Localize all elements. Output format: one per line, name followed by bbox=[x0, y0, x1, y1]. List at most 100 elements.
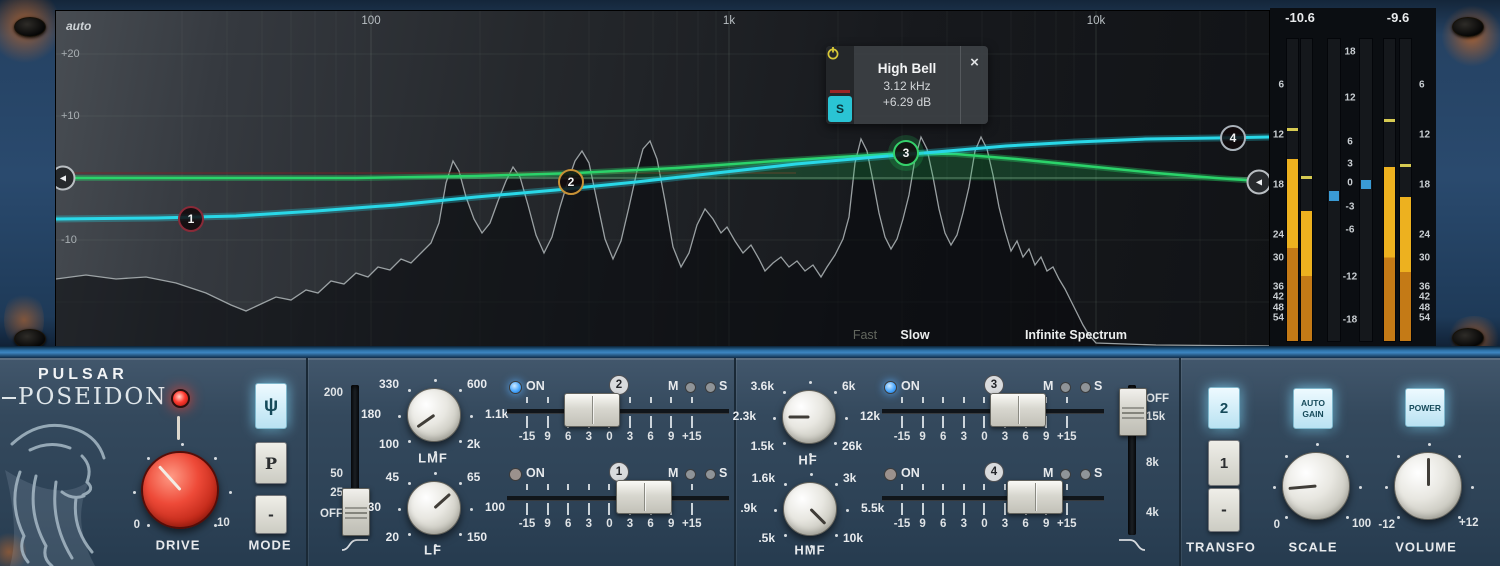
eq-band-handle-1[interactable]: 1 bbox=[178, 206, 204, 232]
knob-tick-dot bbox=[774, 509, 777, 512]
band-power-button[interactable] bbox=[826, 46, 854, 89]
hf-tick-label: 6k bbox=[842, 379, 855, 393]
gain-slider-track bbox=[882, 496, 1104, 501]
meter-scale-right: 42 bbox=[1419, 292, 1430, 303]
eq-band-handle-2[interactable]: 2 bbox=[558, 169, 584, 195]
slider-handle[interactable] bbox=[1119, 388, 1147, 436]
transfo-1-button[interactable]: 1 bbox=[1208, 440, 1240, 486]
band-2-gain-row: ON 2 M S -159630369+15 bbox=[505, 373, 733, 453]
meter-scale-right: 24 bbox=[1419, 230, 1430, 241]
band-4-gain-slider[interactable] bbox=[1007, 480, 1063, 514]
solo-led[interactable] bbox=[1080, 382, 1091, 393]
slider-tick bbox=[983, 503, 985, 515]
solo-led[interactable] bbox=[705, 469, 716, 480]
drive-knob-mark bbox=[177, 416, 180, 440]
knob-tick-dot bbox=[773, 417, 776, 420]
eq-display[interactable]: auto 1001k10k +20+10-10 1 2 3 4 ◀ ◀ bbox=[55, 10, 1270, 348]
band-3-gain-slider[interactable] bbox=[990, 393, 1046, 427]
band-2-gain-slider[interactable] bbox=[564, 393, 620, 427]
popup-close-button[interactable]: × bbox=[960, 46, 988, 124]
hmf-frequency-knob[interactable] bbox=[783, 482, 837, 536]
slider-tick bbox=[901, 484, 903, 490]
slider-tick bbox=[901, 503, 903, 515]
band-gain-value[interactable]: +6.29 dB bbox=[883, 94, 931, 110]
transfo-2-label: 2 bbox=[1220, 400, 1228, 417]
gain-reduction-marker bbox=[1361, 180, 1371, 189]
band-number-badge: 2 bbox=[609, 375, 629, 395]
mute-led[interactable] bbox=[685, 469, 696, 480]
drive-knob[interactable] bbox=[141, 451, 219, 529]
analyzer-mode[interactable]: Infinite Spectrum bbox=[1025, 328, 1127, 342]
drive-led bbox=[171, 389, 190, 408]
meter-column bbox=[1300, 38, 1313, 342]
highpass-slider[interactable]: 2005025OFF bbox=[312, 378, 392, 556]
lf-tick-label: 30 bbox=[368, 500, 381, 514]
rack-divider bbox=[0, 346, 1500, 358]
lf-tick-label: 45 bbox=[386, 470, 399, 484]
band-on-button[interactable]: ON bbox=[901, 379, 920, 393]
gain-scale-label: +15 bbox=[1052, 518, 1082, 530]
band-on-led bbox=[884, 381, 897, 394]
band-solo-button[interactable]: S bbox=[828, 96, 852, 122]
transfo-2-button[interactable]: 2 bbox=[1208, 387, 1240, 429]
top-rack-unit: auto 1001k10k +20+10-10 1 2 3 4 ◀ ◀ bbox=[0, 0, 1500, 352]
eq-band-handle-3[interactable]: 3 bbox=[893, 140, 919, 166]
band-type-label[interactable]: High Bell bbox=[878, 60, 937, 78]
analyzer-speed-slow[interactable]: Slow bbox=[900, 328, 929, 342]
slider-tick bbox=[901, 416, 903, 428]
pulsar-p-icon: P bbox=[265, 454, 277, 473]
arrow-left-icon: ◀ bbox=[60, 174, 66, 183]
solo-led[interactable] bbox=[705, 382, 716, 393]
band-on-button[interactable]: ON bbox=[526, 466, 545, 480]
analyzer-speed-fast[interactable]: Fast bbox=[853, 328, 877, 342]
knob-pointer bbox=[1427, 458, 1430, 486]
slider-tick bbox=[650, 416, 652, 428]
knob-tick-dot bbox=[835, 534, 838, 537]
lf-frequency-knob[interactable] bbox=[407, 481, 461, 535]
meter-scale-right: 54 bbox=[1419, 313, 1430, 324]
lmf-tick-label: 600 bbox=[467, 377, 487, 391]
slider-tick bbox=[963, 503, 965, 515]
scale-max-label: 100 bbox=[1352, 518, 1371, 530]
slider-handle[interactable] bbox=[342, 488, 370, 536]
auto-scale-toggle[interactable]: auto bbox=[66, 19, 91, 33]
frequency-tick-label: 100 bbox=[361, 15, 380, 27]
section-divider bbox=[734, 358, 736, 566]
eq-band-handle-4[interactable]: 4 bbox=[1220, 125, 1246, 151]
lmf-label: LMF bbox=[418, 451, 448, 466]
slider-tick bbox=[983, 484, 985, 490]
slider-tick bbox=[942, 416, 944, 428]
transfo-off-button[interactable]: - bbox=[1208, 488, 1240, 532]
slider-tick bbox=[983, 416, 985, 428]
band-frequency-value[interactable]: 3.12 kHz bbox=[883, 78, 930, 94]
band-1-gain-slider[interactable] bbox=[616, 480, 672, 514]
knob-tick-dot bbox=[1273, 486, 1276, 489]
lowpass-slider[interactable]: OFF15k8k4k bbox=[1100, 378, 1180, 556]
slider-tick bbox=[922, 484, 924, 490]
auto-gain-button[interactable]: AUTOGAIN bbox=[1293, 388, 1333, 429]
mute-led[interactable] bbox=[1060, 382, 1071, 393]
knob-tick-dot bbox=[1385, 486, 1388, 489]
band-on-button[interactable]: ON bbox=[901, 466, 920, 480]
power-button[interactable]: POWER bbox=[1405, 388, 1445, 427]
knob-tick-dot bbox=[834, 442, 837, 445]
scale-knob[interactable] bbox=[1282, 452, 1350, 520]
lmf-frequency-knob[interactable] bbox=[407, 388, 461, 442]
mode-minus-button[interactable]: - bbox=[255, 495, 287, 534]
slider-tick bbox=[922, 397, 924, 403]
mode-trident-button[interactable]: ψ bbox=[255, 383, 287, 429]
band-on-button[interactable]: ON bbox=[526, 379, 545, 393]
hf-frequency-knob[interactable] bbox=[782, 390, 836, 444]
mute-led[interactable] bbox=[685, 382, 696, 393]
brand-poseidon: POSEIDON bbox=[2, 384, 167, 410]
right-shelf-marker[interactable]: ◀ bbox=[1247, 170, 1271, 195]
slider-tick bbox=[691, 503, 693, 515]
volume-knob[interactable] bbox=[1394, 452, 1462, 520]
solo-led[interactable] bbox=[1080, 469, 1091, 480]
mute-led[interactable] bbox=[1060, 469, 1071, 480]
meter-scale-left: 6 bbox=[1270, 80, 1284, 91]
arrow-left-icon: ◀ bbox=[1256, 178, 1262, 187]
volume-min-label: -12 bbox=[1378, 519, 1395, 531]
mode-pulsar-button[interactable]: P bbox=[255, 442, 287, 484]
slider-tick bbox=[942, 484, 944, 490]
